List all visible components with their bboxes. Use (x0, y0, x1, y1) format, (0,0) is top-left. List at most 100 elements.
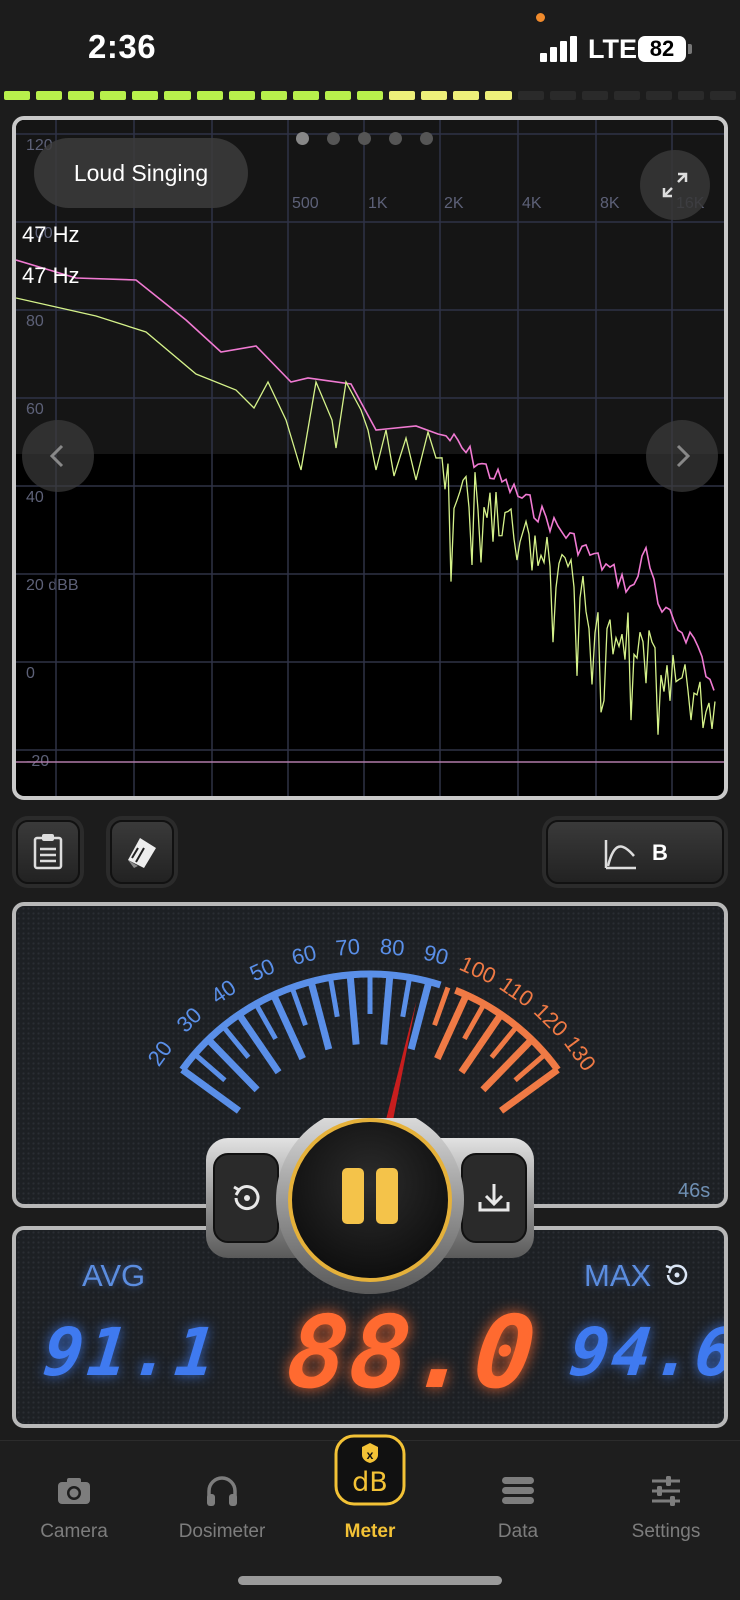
tab-dosimeter[interactable]: Dosimeter (148, 1441, 296, 1561)
clipboard-icon (33, 834, 63, 870)
level-segment (132, 91, 159, 100)
reset-button[interactable] (214, 1154, 278, 1242)
privacy-indicator (536, 13, 545, 22)
level-segment (36, 91, 63, 100)
status-time: 2:36 (88, 28, 157, 65)
reset-icon (233, 1185, 260, 1211)
avg-value: 91.1 (39, 1314, 223, 1391)
tab-camera[interactable]: Camera (0, 1441, 148, 1561)
meter-scale-label: 70 (335, 934, 362, 961)
peak-frequency-label: 47 Hz (22, 263, 80, 288)
level-segment (4, 91, 31, 100)
meter-tick (480, 1037, 535, 1093)
meter-tick (462, 1002, 487, 1041)
spectrum-plot: 12010080604020 dBB0-205001K2K4K8K16K (16, 120, 724, 796)
y-tick-label: 80 (26, 313, 44, 330)
expand-button[interactable] (640, 150, 710, 220)
meter-tick (221, 1024, 251, 1059)
page-dot[interactable] (389, 132, 402, 145)
chevron-right-icon (676, 444, 691, 468)
meter-tick (499, 1066, 560, 1114)
page-indicator[interactable] (296, 132, 433, 145)
tab-label: Meter (344, 1521, 396, 1542)
meter-tick (432, 986, 451, 1027)
level-segment (100, 91, 127, 100)
y-tick-label: 20 dBB (26, 577, 78, 594)
meter-tick (253, 1002, 278, 1041)
meter-tick (513, 1052, 547, 1083)
previous-button[interactable] (22, 420, 94, 492)
status-bar: 2:36 LTE 82 (0, 0, 740, 88)
max-label: MAX (584, 1258, 652, 1293)
color-swatch-icon (128, 838, 156, 868)
weighting-button[interactable]: B (546, 820, 724, 884)
meter-tick (307, 980, 333, 1051)
meter-tick (180, 1066, 241, 1114)
meter-scale-label: 40 (206, 974, 240, 1008)
level-segment (357, 91, 384, 100)
level-segment (645, 91, 672, 100)
level-segment (164, 91, 191, 100)
export-button[interactable] (462, 1154, 526, 1242)
meter-tick (289, 986, 308, 1027)
meter-tick (236, 1012, 282, 1075)
level-segment (517, 91, 544, 100)
meter-scale-label: 80 (379, 934, 406, 961)
level-segment (453, 91, 480, 100)
meter-scale-label: 120 (529, 998, 573, 1042)
y-tick-label: 0 (26, 665, 35, 682)
page-dot[interactable] (327, 132, 340, 145)
meter-tick (407, 980, 433, 1051)
chevron-left-icon (49, 444, 64, 468)
weighting-label: B (652, 840, 668, 865)
headphones-icon (207, 1476, 237, 1506)
reset-max-icon[interactable] (660, 1258, 694, 1292)
pause-button[interactable] (290, 1120, 450, 1280)
pause-icon (342, 1168, 398, 1224)
level-meter-strip (4, 91, 737, 101)
level-segment (196, 91, 223, 100)
meter-scale-label: 130 (559, 1031, 601, 1075)
meter-scale-label: 90 (421, 940, 451, 970)
spectrum-panel[interactable]: 12010080604020 dBB0-205001K2K4K8K16K Lou… (12, 116, 728, 800)
next-button[interactable] (646, 420, 718, 492)
curve-icon (604, 840, 636, 870)
meter-tick (193, 1052, 227, 1083)
sliders-icon (652, 1476, 680, 1506)
tab-settings[interactable]: Settings (592, 1441, 740, 1561)
meter-tick (346, 974, 360, 1045)
meter-scale-label: 20 (143, 1036, 178, 1071)
y-tick-label: 60 (26, 401, 44, 418)
x-tick-label: 500 (292, 195, 319, 212)
meter-tick (205, 1037, 260, 1093)
svg-text:X: X (367, 1452, 374, 1462)
tab-data[interactable]: Data (444, 1441, 592, 1561)
theme-button[interactable] (110, 820, 174, 884)
level-segment (613, 91, 640, 100)
meter-scale-label: 110 (495, 971, 538, 1011)
notes-button[interactable] (16, 820, 80, 884)
page-dot[interactable] (296, 132, 309, 145)
avg-label: AVG (82, 1258, 146, 1293)
peak-frequency-label: 47 Hz (22, 222, 80, 247)
battery-icon: 82 (638, 36, 686, 62)
x-tick-label: 2K (444, 195, 464, 212)
tab-label: Settings (631, 1521, 701, 1542)
tab-meter[interactable]: X dB Meter (296, 1434, 444, 1561)
battery-tip (688, 44, 692, 54)
page-dot[interactable] (420, 132, 433, 145)
control-cluster (206, 1106, 534, 1314)
preset-label[interactable]: Loud Singing (34, 138, 248, 208)
level-segment (389, 91, 416, 100)
meter-scale-label: 60 (289, 940, 319, 970)
max-value: 94.6 (565, 1314, 728, 1391)
db-meter-icon: X dB (334, 1434, 406, 1506)
page-dot[interactable] (358, 132, 371, 145)
meter-tick (458, 1012, 504, 1075)
meter-tick (380, 974, 394, 1045)
network-type: LTE (588, 34, 637, 64)
level-segment (260, 91, 287, 100)
level-segment (324, 91, 352, 100)
level-segment (581, 91, 608, 100)
download-icon (478, 1184, 510, 1212)
